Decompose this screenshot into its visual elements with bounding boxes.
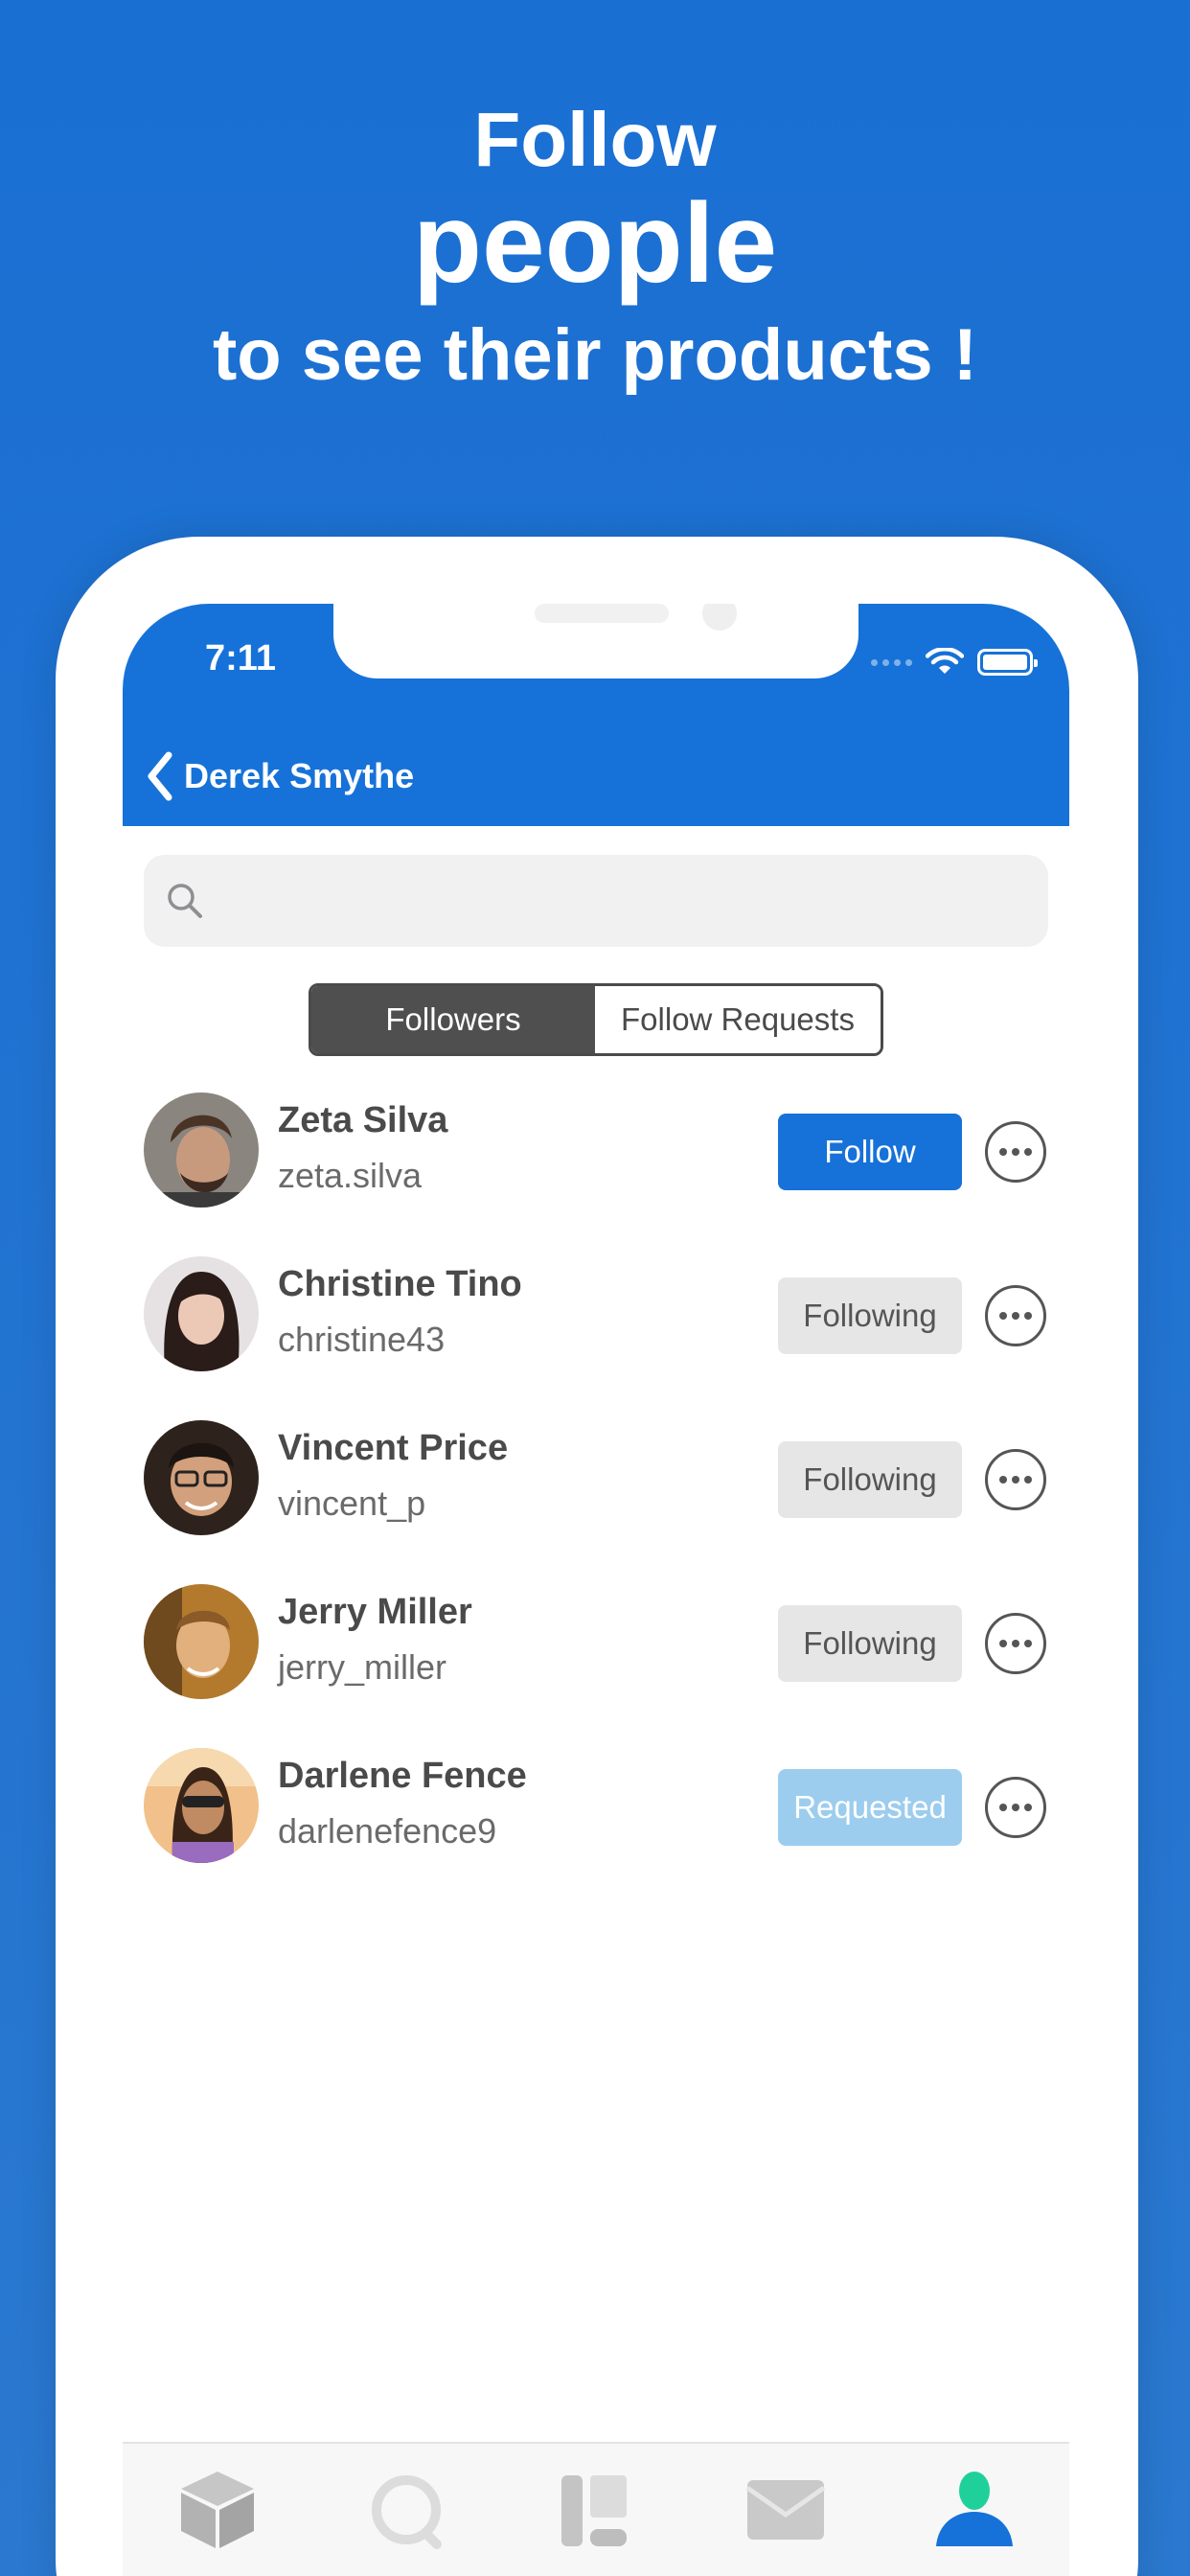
avatar [144, 1256, 259, 1371]
status-icons [871, 646, 1038, 678]
promo-headline: Follow people to see their products ! [0, 96, 1190, 408]
top-bar: 7:11 Derek Smythe [123, 604, 1069, 826]
more-options-icon[interactable] [985, 1613, 1046, 1674]
notch [333, 604, 858, 678]
following-button[interactable]: Following [778, 1277, 962, 1354]
list-item[interactable]: Zeta Silva zeta.silva Follow [123, 1092, 1069, 1256]
person-handle: vincent_p [278, 1484, 426, 1523]
list-item[interactable]: Darlene Fence darlenefence9 Requested [123, 1748, 1069, 1912]
following-button[interactable]: Following [778, 1605, 962, 1682]
search-icon [372, 2475, 443, 2549]
headline-line-1: Follow [473, 97, 717, 182]
avatar [144, 1092, 259, 1208]
more-options-icon[interactable] [985, 1121, 1046, 1183]
person-name: Darlene Fence [278, 1756, 527, 1796]
avatar [144, 1584, 259, 1699]
search-bar[interactable] [144, 855, 1048, 947]
mail-icon [745, 2480, 826, 2540]
list-item[interactable]: Vincent Price vincent_p Following [123, 1420, 1069, 1584]
search-input[interactable] [218, 883, 1004, 919]
person-handle: christine43 [278, 1320, 446, 1359]
tab-products[interactable] [123, 2444, 312, 2576]
segment-follow-requests[interactable]: Follow Requests [595, 986, 881, 1053]
phone-screen: 7:11 Derek Smythe Followers Follow Reque… [123, 604, 1069, 2576]
followers-list: Zeta Silva zeta.silva Follow Christine T… [123, 1092, 1069, 1912]
person-name: Jerry Miller [278, 1592, 472, 1632]
person-handle: jerry_miller [278, 1647, 447, 1687]
following-button[interactable]: Following [778, 1441, 962, 1518]
wifi-icon [926, 648, 964, 674]
back-button[interactable]: Derek Smythe [144, 748, 414, 805]
search-icon [168, 884, 202, 918]
segment-followers[interactable]: Followers [311, 986, 595, 1053]
status-time: 7:11 [205, 638, 276, 678]
tab-messages[interactable] [691, 2444, 881, 2576]
tab-bar [123, 2442, 1069, 2576]
follow-button[interactable]: Follow [778, 1114, 962, 1190]
list-item[interactable]: Christine Tino christine43 Following [123, 1256, 1069, 1420]
headline-line-3: to see their products ! [212, 314, 978, 396]
back-label: Derek Smythe [184, 756, 415, 795]
more-options-icon[interactable] [985, 1777, 1046, 1838]
battery-icon [977, 649, 1038, 676]
person-name: Zeta Silva [278, 1100, 448, 1140]
catalog-icon [561, 2475, 627, 2546]
person-handle: zeta.silva [278, 1156, 423, 1195]
products-cube-icon [180, 2472, 254, 2548]
person-handle: darlenefence9 [278, 1811, 497, 1851]
front-camera [702, 604, 737, 631]
headline-line-2: people [412, 180, 778, 307]
tab-profile[interactable] [880, 2444, 1069, 2576]
speaker-grille [535, 604, 669, 623]
tab-search[interactable] [312, 2444, 502, 2576]
profile-icon [936, 2472, 1014, 2546]
more-options-icon[interactable] [985, 1285, 1046, 1346]
tab-catalog[interactable] [501, 2444, 691, 2576]
person-name: Vincent Price [278, 1428, 509, 1468]
segmented-control: Followers Follow Requests [309, 983, 883, 1056]
list-item[interactable]: Jerry Miller jerry_miller Following [123, 1584, 1069, 1748]
person-name: Christine Tino [278, 1264, 522, 1304]
avatar [144, 1748, 259, 1863]
requested-button[interactable]: Requested [778, 1769, 962, 1846]
more-options-icon[interactable] [985, 1449, 1046, 1510]
chevron-left-icon [148, 751, 172, 801]
signal-icon [871, 658, 912, 666]
avatar [144, 1420, 259, 1535]
